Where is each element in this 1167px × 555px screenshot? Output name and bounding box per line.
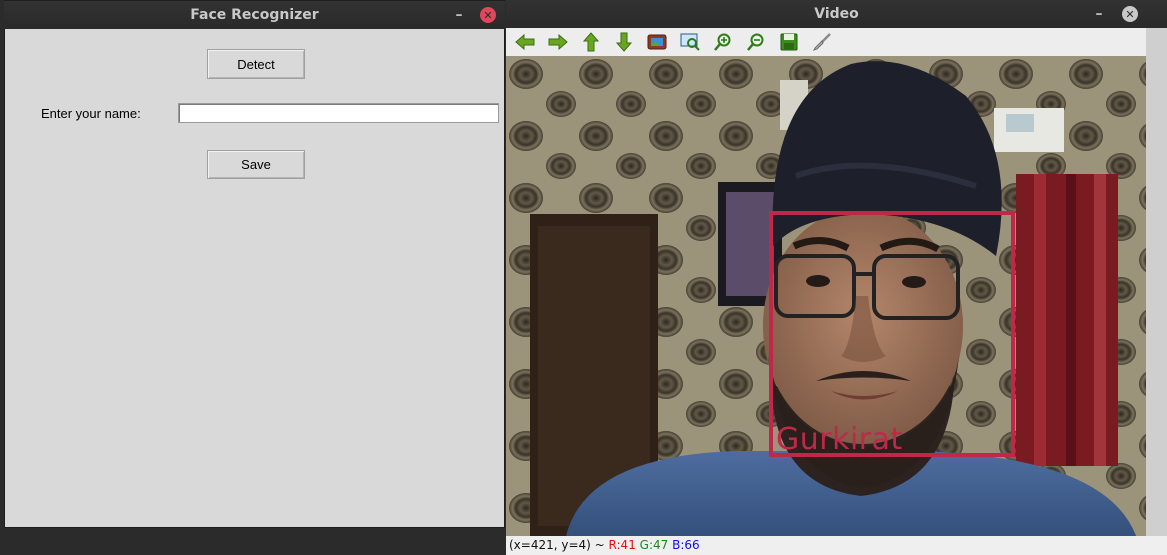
brush-icon[interactable] bbox=[809, 30, 835, 54]
arrow-up-icon[interactable] bbox=[578, 30, 604, 54]
video-titlebar[interactable]: Video – ✕ bbox=[506, 0, 1167, 28]
window-title: Face Recognizer bbox=[190, 7, 319, 23]
status-red: R:41 bbox=[608, 538, 636, 552]
minimize-button[interactable]: – bbox=[451, 7, 467, 23]
detect-button[interactable]: Detect bbox=[207, 49, 305, 79]
close-button[interactable]: ✕ bbox=[1122, 6, 1138, 22]
save-icon[interactable] bbox=[776, 30, 802, 54]
close-button[interactable]: ✕ bbox=[480, 7, 496, 23]
name-input[interactable] bbox=[178, 103, 499, 123]
arrow-right-icon[interactable] bbox=[545, 30, 571, 54]
name-label: Enter your name: bbox=[41, 106, 141, 121]
face-label: Gurkirat bbox=[776, 422, 903, 457]
minimize-button[interactable]: – bbox=[1091, 6, 1107, 22]
status-bar: (x=421, y=4) ~ R:41 G:47 B:66 bbox=[506, 536, 1167, 555]
face-recognizer-window: Face Recognizer – ✕ Detect Enter your na… bbox=[4, 0, 505, 528]
video-window: Video – ✕ Gurkirat (x=421, y=4) ~ R:41 G… bbox=[506, 0, 1167, 555]
face-detection-box bbox=[769, 211, 1015, 457]
zoom-select-icon[interactable] bbox=[677, 30, 703, 54]
status-coords: (x=421, y=4) ~ bbox=[509, 538, 605, 552]
arrow-left-icon[interactable] bbox=[512, 30, 538, 54]
window-edge bbox=[1146, 28, 1167, 536]
window-title: Video bbox=[814, 6, 859, 22]
video-toolbar bbox=[506, 28, 1146, 56]
video-frame[interactable]: Gurkirat bbox=[506, 56, 1146, 536]
image-icon[interactable] bbox=[644, 30, 670, 54]
zoom-in-icon[interactable] bbox=[710, 30, 736, 54]
status-green: G:47 bbox=[639, 538, 669, 552]
face-recognizer-titlebar[interactable]: Face Recognizer – ✕ bbox=[4, 1, 505, 29]
arrow-down-icon[interactable] bbox=[611, 30, 637, 54]
status-blue: B:66 bbox=[672, 538, 700, 552]
zoom-out-icon[interactable] bbox=[743, 30, 769, 54]
save-button[interactable]: Save bbox=[207, 150, 305, 179]
